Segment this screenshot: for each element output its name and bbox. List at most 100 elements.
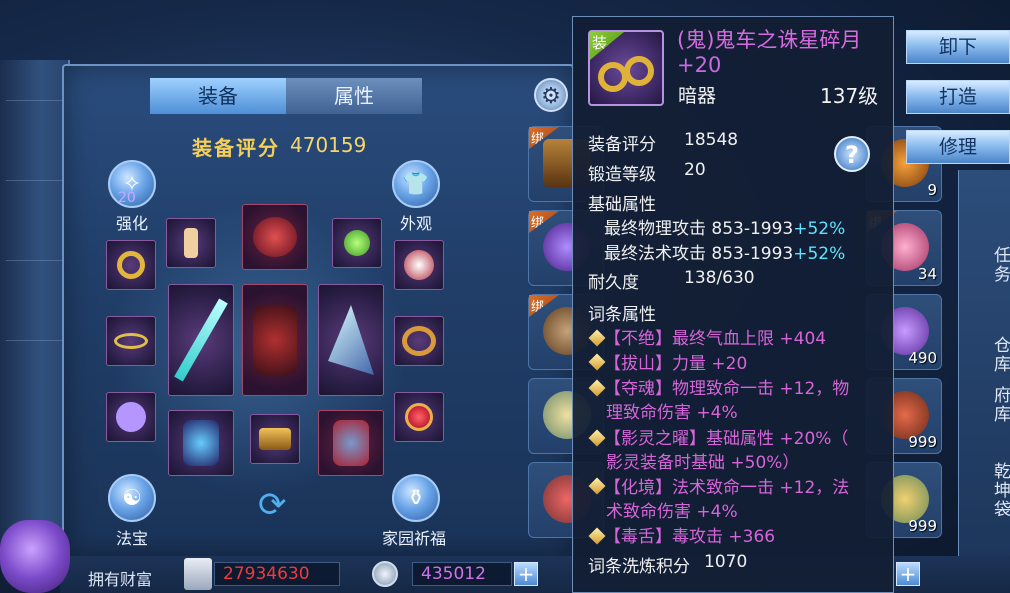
gear-icon[interactable]: ⚙ — [534, 78, 568, 112]
slot-amulet[interactable] — [332, 218, 382, 268]
slot-ring[interactable] — [394, 392, 444, 442]
affix-line: 术致命伤害 +4% — [606, 502, 738, 522]
forge-level-label: 锻造等级 — [588, 165, 656, 185]
pouch-icon: ⚱ — [406, 485, 426, 511]
equipment-score-label: 装备评分 — [192, 136, 280, 160]
sidebar-item-warehouse[interactable]: 仓库 — [988, 336, 1010, 374]
magic-attack-text: 最终法术攻击 853-1993 — [604, 244, 794, 264]
slot-bracelet[interactable] — [394, 316, 444, 366]
unequip-button[interactable]: 卸下 — [906, 30, 1010, 64]
appearance-button[interactable]: 👕 — [392, 160, 440, 208]
enhance-label: 强化 — [116, 214, 149, 233]
blessing-label: 家园祈福 — [382, 529, 447, 548]
repair-button[interactable]: 修理 — [906, 130, 1010, 164]
affix-line: 影灵装备时基础 +50%） — [606, 453, 800, 473]
slot-weapon[interactable] — [168, 284, 234, 396]
shield-icon — [116, 402, 146, 432]
shirt-icon: 👕 — [402, 171, 430, 197]
belt-icon — [114, 333, 148, 349]
affix-line: 【拔山】力量 +20 — [604, 354, 748, 374]
sword-icon — [174, 298, 228, 382]
treasure-button[interactable]: ☯ — [108, 474, 156, 522]
item-count: 34 — [917, 265, 937, 283]
refine-points-label: 词条洗炼积分 — [588, 557, 690, 577]
tab-equipment[interactable]: 装备 — [150, 78, 286, 114]
sidebar-item-tasks[interactable]: 任务 — [988, 246, 1010, 284]
slot-gloves[interactable] — [168, 410, 234, 476]
affix-label: 词条属性 — [588, 305, 656, 325]
slot-boots[interactable] — [318, 410, 384, 476]
slot-hidden-weapon[interactable] — [106, 240, 156, 290]
ring-icon — [624, 56, 654, 86]
forge-level-value: 20 — [684, 160, 706, 180]
tab-attributes[interactable]: 属性 — [286, 78, 422, 114]
item-name-text: (鬼)鬼车之诛星碎月 — [677, 28, 862, 52]
item-count: 999 — [908, 433, 937, 451]
affix-line: 【夺魂】物理致命一击 +12，物 — [604, 379, 850, 399]
glove-icon — [183, 420, 219, 466]
buckle-icon — [259, 428, 291, 450]
slot-waist[interactable] — [250, 414, 300, 464]
durability-label: 耐久度 — [588, 273, 639, 293]
gold-amount: 27934630 — [214, 562, 340, 586]
help-icon[interactable]: ? — [834, 136, 870, 172]
affix-line: 理致命伤害 +4% — [606, 403, 738, 423]
bracelet-icon — [402, 326, 436, 356]
item-count: 9 — [927, 181, 937, 199]
book-decoration — [0, 60, 70, 560]
slot-shield[interactable] — [106, 392, 156, 442]
affix-line: 【毒舌】毒攻击 +366 — [604, 527, 776, 547]
magic-attack: 最终法术攻击 853-1993+52% — [604, 239, 845, 264]
right-sidebar — [958, 170, 1010, 593]
jade-icon — [344, 230, 370, 256]
treasure-label: 法宝 — [116, 529, 149, 548]
sidebar-item-qiankun-bag[interactable]: 乾坤袋 — [988, 462, 1010, 519]
coin-icon — [372, 561, 398, 587]
orb-icon — [404, 250, 434, 280]
item-type: 暗器 — [678, 85, 717, 107]
equipment-score-value: 470159 — [290, 133, 367, 157]
phys-attack-text: 最终物理攻击 853-1993 — [604, 219, 794, 239]
armor-icon — [253, 305, 297, 375]
phys-attack: 最终物理攻击 853-1993+52% — [604, 214, 845, 239]
add-slot-button[interactable]: + — [896, 562, 920, 586]
slot-helmet[interactable] — [242, 204, 308, 270]
phys-attack-bonus: +52% — [793, 219, 846, 239]
slot-charm[interactable] — [394, 240, 444, 290]
ring-icon — [405, 403, 433, 431]
blessing-button[interactable]: ⚱ — [392, 474, 440, 522]
coin-amount: 435012 — [412, 562, 512, 586]
item-level: 137级 — [820, 84, 879, 108]
vial-icon — [184, 228, 198, 258]
enhance-level: 20 — [118, 190, 136, 206]
wing-icon — [328, 305, 374, 375]
base-attrs-label: 基础属性 — [588, 195, 656, 215]
item-count: 999 — [908, 517, 937, 535]
item-icon: 装 — [588, 30, 664, 106]
equipped-badge: 装 — [590, 32, 624, 60]
affix-line: 【不绝】最终气血上限 +404 — [604, 329, 827, 349]
item-enhance-level: +20 — [677, 53, 722, 77]
sidebar-item-treasury[interactable]: 府库 — [988, 386, 1010, 424]
add-coins-button[interactable]: + — [514, 562, 538, 586]
magic-attack-bonus: +52% — [793, 244, 846, 264]
item-count: 490 — [908, 349, 937, 367]
helmet-icon — [253, 217, 297, 257]
slot-belt[interactable] — [106, 316, 156, 366]
slot-armor[interactable] — [242, 284, 308, 396]
appearance-label: 外观 — [400, 214, 433, 233]
refresh-icon[interactable]: ⟳ — [258, 488, 292, 522]
forge-button[interactable]: 打造 — [906, 80, 1010, 114]
durability-value: 138/630 — [684, 268, 755, 288]
slot-necklace[interactable] — [166, 218, 216, 268]
refine-points-value: 1070 — [704, 552, 748, 572]
wealth-label: 拥有财富 — [88, 570, 153, 589]
slot-wings[interactable] — [318, 284, 384, 396]
money-icon — [184, 558, 212, 590]
affix-line: 【影灵之曜】基础属性 +20%（ — [604, 429, 849, 449]
item-name: (鬼)鬼车之诛星碎月 +20 — [677, 28, 887, 78]
yinyang-icon: ☯ — [122, 485, 142, 511]
bag-icon — [0, 520, 70, 593]
affix-line: 【化境】法术致命一击 +12，法 — [604, 478, 850, 498]
boot-icon — [333, 420, 369, 466]
